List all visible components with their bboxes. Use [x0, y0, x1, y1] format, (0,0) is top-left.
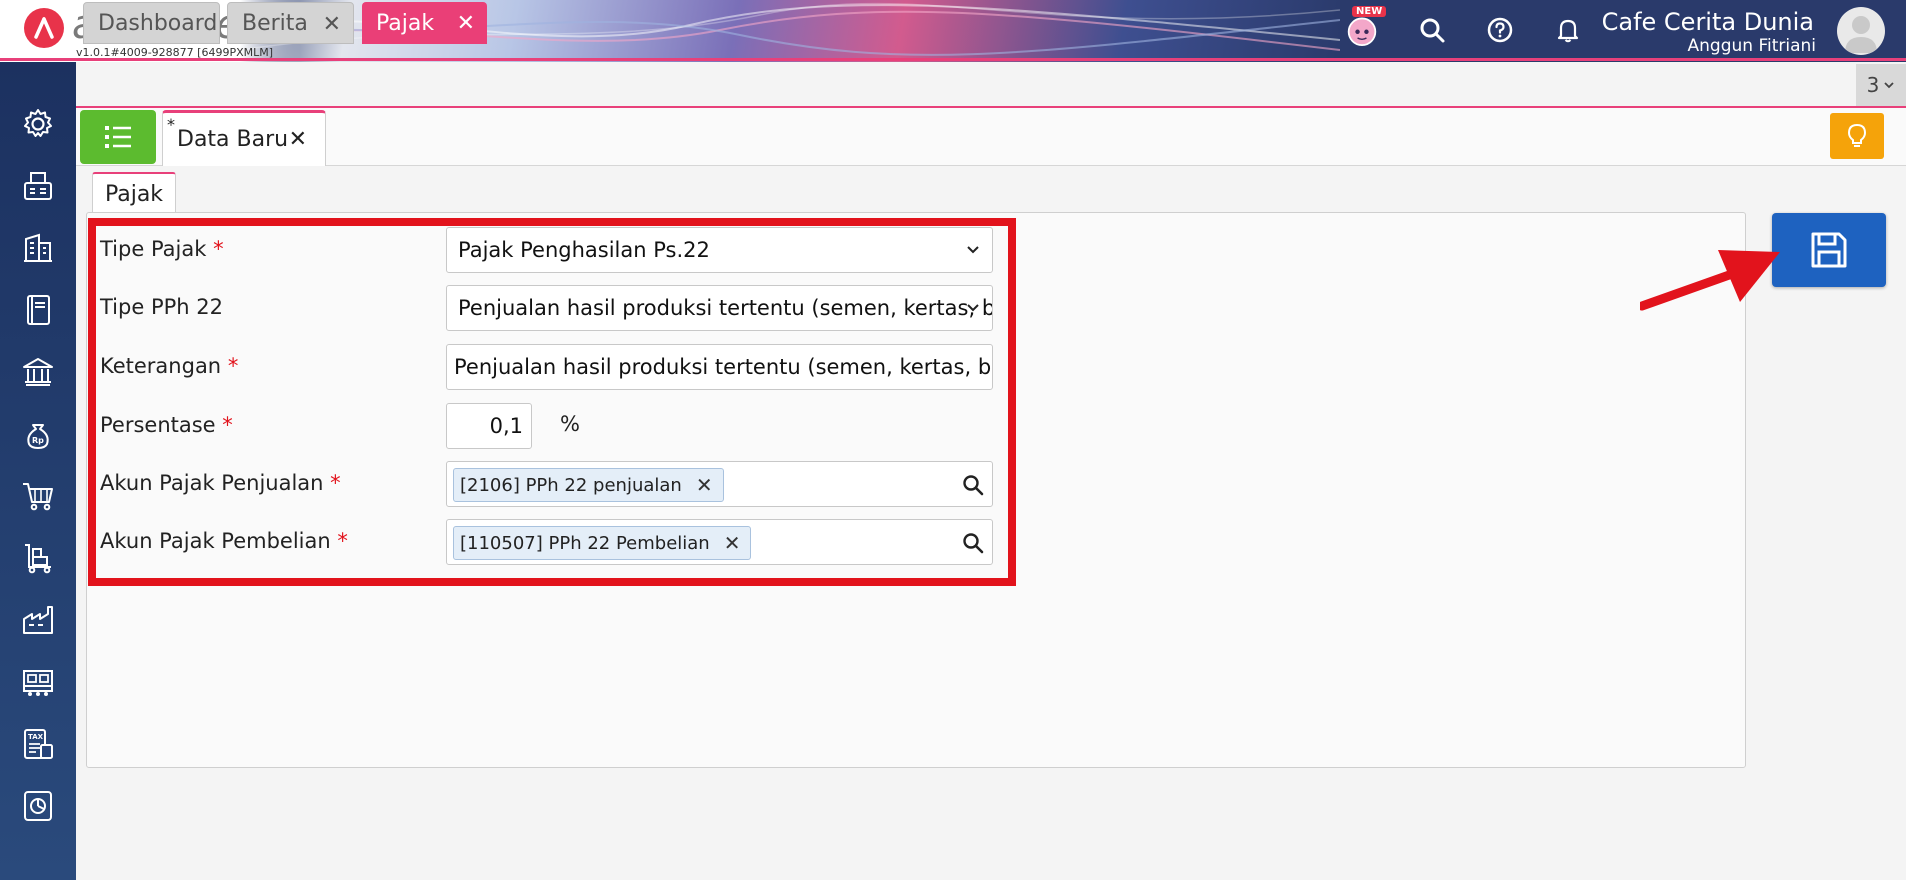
search-icon[interactable] [1416, 14, 1448, 46]
tax-icon[interactable]: TAX [18, 724, 58, 764]
tab-pajak-label: Pajak [376, 10, 435, 36]
building-icon[interactable] [18, 228, 58, 268]
help-icon[interactable] [1484, 14, 1516, 46]
company-name[interactable]: Cafe Cerita Dunia [1602, 8, 1814, 36]
tabs-counter-value: 3 [1866, 73, 1880, 97]
book-icon[interactable] [18, 290, 58, 330]
factory-icon[interactable] [18, 600, 58, 640]
user-avatar[interactable] [1837, 7, 1885, 55]
tabs-counter-dropdown[interactable]: 3 [1856, 64, 1906, 106]
new-features-mascot-icon[interactable] [1346, 14, 1378, 46]
unsaved-marker: * [167, 115, 175, 134]
new-badge: NEW [1352, 6, 1387, 17]
warehouse-icon[interactable] [18, 662, 58, 702]
money-bag-icon[interactable]: Rp [18, 414, 58, 454]
sub-toolbar [76, 108, 1906, 166]
floppy-disk-icon [1811, 232, 1847, 268]
report-chart-icon[interactable] [18, 786, 58, 826]
tabs-bar [76, 62, 1906, 108]
sidebar: Rp TAX [0, 62, 76, 880]
annotation-highlight-box [88, 218, 1016, 586]
accurate-logo-icon[interactable] [24, 8, 64, 48]
subtab-label: Data Baru [177, 127, 289, 152]
lightbulb-icon [1847, 123, 1867, 147]
svg-text:TAX: TAX [28, 733, 44, 741]
close-icon[interactable]: ✕ [457, 11, 475, 36]
tab-pajak[interactable]: Pajak ✕ [362, 2, 487, 44]
cart-dolly-icon[interactable] [18, 538, 58, 578]
form-tab-pajak[interactable]: Pajak [92, 172, 176, 214]
tab-dashboard-label: Dashboard [98, 10, 218, 36]
tab-dashboard[interactable]: Dashboard [83, 2, 220, 44]
cart-icon[interactable] [18, 476, 58, 516]
gear-icon[interactable] [18, 104, 58, 144]
list-view-button[interactable] [80, 110, 156, 164]
user-name[interactable]: Anggun Fitriani [1688, 36, 1817, 56]
header-accent-line [0, 58, 1906, 61]
bank-icon[interactable] [18, 352, 58, 392]
annotation-arrow [1640, 250, 1780, 311]
tab-berita-label: Berita [242, 10, 308, 36]
svg-text:Rp: Rp [32, 436, 44, 445]
tab-berita[interactable]: Berita ✕ [227, 2, 354, 44]
list-icon [105, 126, 131, 148]
fax-icon[interactable] [18, 166, 58, 206]
subtab-data-baru[interactable]: * Data Baru ✕ [162, 110, 326, 166]
tips-button[interactable] [1830, 113, 1884, 159]
notification-bell-icon[interactable] [1552, 14, 1584, 46]
close-icon[interactable]: ✕ [289, 127, 307, 152]
close-icon[interactable]: ✕ [323, 12, 341, 37]
chevron-down-icon [1884, 82, 1894, 89]
